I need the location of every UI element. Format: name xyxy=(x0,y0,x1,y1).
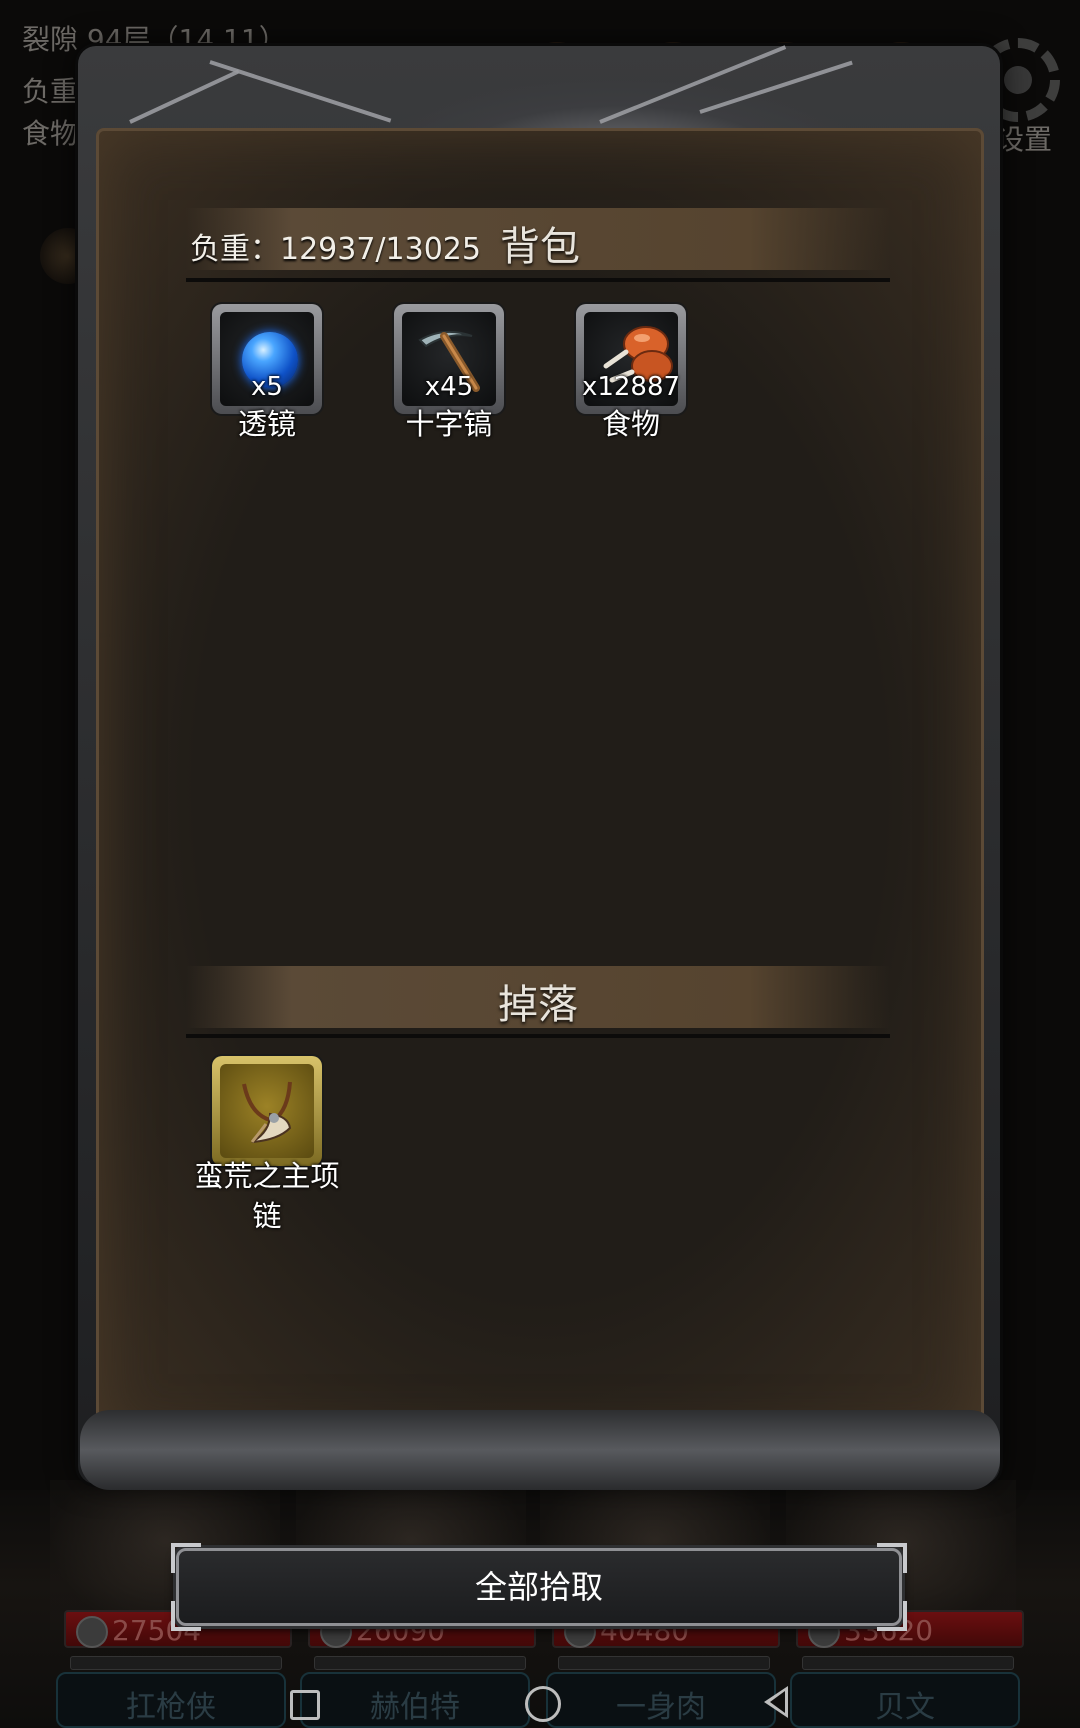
drop-slot-necklace[interactable] xyxy=(212,1056,322,1166)
item-name: 十字镐 xyxy=(405,407,493,441)
inventory-slot-pickaxe[interactable]: x45 xyxy=(394,304,504,414)
button-corner-ornament xyxy=(171,1601,201,1631)
carry-weight: 负重：12937/13025 xyxy=(190,232,481,267)
inventory-slot-food[interactable]: x12887 xyxy=(576,304,686,414)
shield-icon xyxy=(76,1616,108,1648)
item-count: x45 xyxy=(424,372,474,402)
item-name: 透镜 xyxy=(237,407,296,441)
header-divider xyxy=(186,1034,890,1038)
button-corner-ornament xyxy=(171,1543,201,1573)
collect-all-button[interactable]: 全部拾取 xyxy=(171,1543,907,1631)
collect-all-label: 全部拾取 xyxy=(474,1568,603,1606)
slot-background xyxy=(220,1064,314,1158)
button-corner-ornament xyxy=(877,1543,907,1573)
necklace-icon xyxy=(242,1081,292,1143)
recent-apps-icon[interactable] xyxy=(290,1690,320,1720)
item-count: x5 xyxy=(251,372,283,402)
item-name: 食物 xyxy=(601,407,660,441)
backpack-title: 背包 xyxy=(500,224,580,270)
item-name-line: 蛮荒之主项 xyxy=(194,1159,340,1193)
back-icon[interactable] xyxy=(764,1686,788,1718)
food-label-bg: 食物 xyxy=(22,117,79,150)
header-divider xyxy=(186,278,890,282)
settings-label: 设置 xyxy=(996,123,1053,156)
drops-title: 掉落 xyxy=(498,982,578,1028)
home-icon[interactable] xyxy=(525,1686,561,1722)
item-name-line: 链 xyxy=(252,1199,282,1233)
item-count: x12887 xyxy=(581,372,681,402)
button-corner-ornament xyxy=(877,1601,907,1631)
item-name: 蛮荒之主项 链 xyxy=(182,1156,352,1236)
android-nav-bar xyxy=(0,1668,1080,1728)
weight-label-bg: 负重 xyxy=(22,75,79,108)
frame-bottom-ornament xyxy=(80,1410,1000,1490)
inventory-slot-lens[interactable]: x5 xyxy=(212,304,322,414)
